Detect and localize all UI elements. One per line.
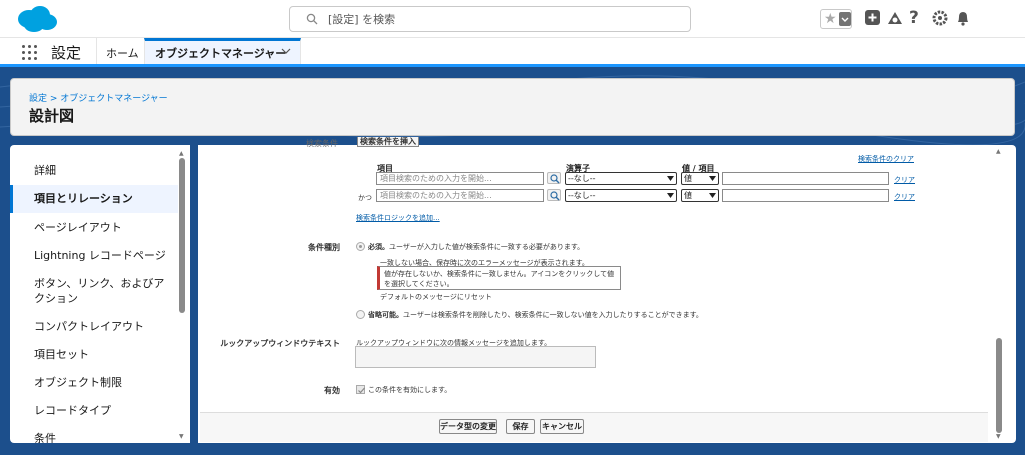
sidebar-item-lightning-record-pages[interactable]: Lightning レコードページ (10, 248, 178, 263)
scroll-up-icon[interactable]: ▲ (179, 150, 185, 157)
trailhead-icon[interactable] (886, 9, 904, 27)
clear-row-link-1[interactable]: クリア (894, 175, 915, 185)
chevron-down-icon (667, 176, 674, 181)
sidebar: 詳細 項目とリレーション ページレイアウト Lightning レコードページ … (10, 145, 190, 443)
operator-select-value: --なし-- (568, 174, 596, 183)
optional-radio[interactable] (356, 310, 365, 319)
sidebar-item-buttons-links-actions[interactable]: ボタン、リンク、およびアクション (10, 276, 170, 306)
search-icon (306, 13, 318, 25)
gear-icon[interactable] (931, 9, 949, 27)
sidebar-item-compact-layouts[interactable]: コンパクトレイアウト (10, 319, 178, 334)
scroll-down-icon[interactable]: ▼ (179, 433, 185, 440)
chevron-down-icon (667, 193, 674, 198)
sidebar-item-object-limits[interactable]: オブジェクト制限 (10, 375, 178, 390)
breadcrumb[interactable]: 設定 > オブジェクトマネージャー (29, 91, 168, 104)
bell-icon[interactable] (954, 9, 972, 27)
active-checkbox[interactable] (356, 385, 365, 394)
tab-home[interactable]: ホーム (106, 45, 139, 61)
scroll-up-icon[interactable]: ▲ (996, 148, 1001, 155)
favorites-button[interactable]: ★ (820, 9, 852, 29)
clear-row-link-2[interactable]: クリア (894, 192, 915, 202)
optional-title: 省略可能。 (368, 311, 403, 319)
change-data-type-button[interactable]: データ型の変更 (439, 419, 497, 434)
optional-option-text: 省略可能。ユーザーは検索条件を削除したり、検索条件に一致しない値を入力したりする… (368, 310, 703, 320)
app-name: 設定 (51, 44, 82, 62)
reset-message-link[interactable]: デフォルトのメッセージにリセット (380, 292, 492, 302)
cancel-button[interactable]: キャンセル (540, 419, 584, 434)
search-input[interactable] (328, 10, 668, 28)
check-icon (358, 387, 365, 394)
filter-field-input-1[interactable]: 項目検索のための入力を開始... (376, 172, 544, 185)
operator-select-2[interactable]: --なし-- (565, 189, 677, 202)
value-type-value: 値 (684, 191, 692, 200)
filter-value-input-2[interactable] (722, 189, 889, 202)
lookup-window-textarea[interactable] (355, 346, 596, 368)
star-icon: ★ (824, 11, 837, 27)
scroll-down-icon[interactable]: ▼ (996, 433, 1001, 440)
add-icon[interactable] (864, 9, 882, 27)
sidebar-item-details[interactable]: 詳細 (10, 163, 178, 178)
value-type-value: 値 (684, 174, 692, 183)
nav-divider (96, 38, 97, 64)
active-label: 有効 (324, 386, 340, 395)
filter-value-input-1[interactable] (722, 172, 889, 185)
global-search[interactable] (289, 6, 691, 32)
page-header: 設定 > オブジェクトマネージャー 設計図 (10, 78, 1015, 136)
and-label: かつ (358, 194, 372, 202)
save-button[interactable]: 保存 (506, 419, 535, 434)
insert-filter-button[interactable]: 検索条件を挿入 (357, 137, 419, 147)
required-title: 必須。 (368, 243, 389, 251)
tab-object-manager[interactable]: オブジェクトマネージャー (144, 38, 301, 64)
filter-field-input-2[interactable]: 項目検索のための入力を開始... (376, 189, 544, 202)
main-scrollbar[interactable]: ▲ ▼ (994, 148, 1004, 440)
lookup-window-label: ルックアップウィンドウテキスト (220, 339, 340, 348)
required-option-text: 必須。ユーザーが入力した値が検索条件に一致する必要があります。 (368, 242, 584, 252)
filter-type-label: 条件種別 (308, 243, 340, 252)
button-footer (200, 412, 988, 442)
active-checkbox-label: この条件を有効にします。 (368, 386, 452, 394)
operator-select-value: --なし-- (568, 191, 596, 200)
lookup-icon[interactable] (547, 189, 561, 201)
value-type-select-2[interactable]: 値 (681, 189, 719, 202)
chevron-down-icon (709, 176, 716, 181)
chevron-down-icon[interactable] (281, 47, 291, 55)
add-filter-logic-link[interactable]: 検索条件ロジックを追加... (356, 213, 440, 223)
chevron-down-icon (841, 17, 849, 22)
help-icon[interactable]: ? (909, 9, 927, 27)
global-header: ★ ? (0, 0, 1025, 38)
required-desc: ユーザーが入力した値が検索条件に一致する必要があります。 (389, 243, 585, 251)
app-launcher-icon[interactable] (21, 44, 39, 62)
operator-select-1[interactable]: --なし-- (565, 172, 677, 185)
required-radio[interactable] (356, 242, 365, 251)
chevron-down-icon (709, 193, 716, 198)
sidebar-scroll-thumb[interactable] (179, 158, 185, 313)
salesforce-logo[interactable] (14, 4, 58, 34)
favorites-dropdown[interactable] (839, 12, 851, 26)
error-message-textarea[interactable]: 値が存在しないか、検索条件に一致しません。アイコンをクリックして値を選択してくだ… (377, 266, 621, 290)
sidebar-item-field-sets[interactable]: 項目セット (10, 347, 178, 362)
optional-desc: ユーザーは検索条件を削除したり、検索条件に一致しない値を入力したりすることができ… (403, 311, 703, 319)
sidebar-item-record-types[interactable]: レコードタイプ (10, 403, 178, 418)
sidebar-item-conditions[interactable]: 条件 (10, 431, 178, 443)
lookup-icon[interactable] (547, 172, 561, 184)
sidebar-scrollbar[interactable]: ▲ ▼ (178, 150, 186, 440)
app-nav-bar: 設定 ホーム オブジェクトマネージャー (0, 38, 1025, 67)
filter-criteria-label: 検索条件 (306, 139, 338, 148)
sidebar-item-fields-relationships[interactable]: 項目とリレーション (10, 185, 178, 213)
main-scroll-thumb[interactable] (996, 338, 1002, 433)
tab-object-manager-label: オブジェクトマネージャー (155, 47, 287, 60)
sidebar-item-page-layouts[interactable]: ページレイアウト (10, 220, 178, 235)
clear-filter-link[interactable]: 検索条件のクリア (858, 154, 914, 164)
value-type-select-1[interactable]: 値 (681, 172, 719, 185)
page-title: 設計図 (29, 107, 75, 125)
